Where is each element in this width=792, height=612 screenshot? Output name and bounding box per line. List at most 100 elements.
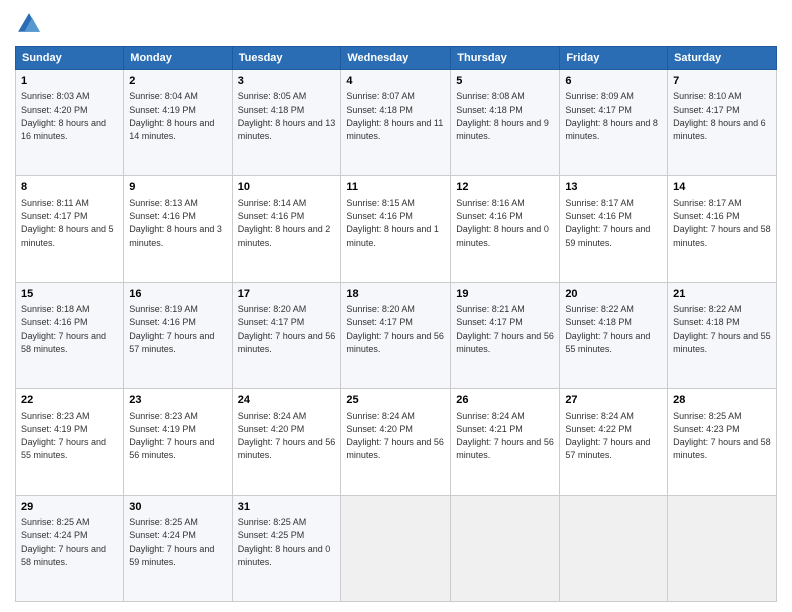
day-cell: 26 Sunrise: 8:24 AMSunset: 4:21 PMDaylig… <box>451 389 560 495</box>
weekday-header-monday: Monday <box>124 47 232 70</box>
weekday-header-friday: Friday <box>560 47 668 70</box>
day-info: Sunrise: 8:14 AMSunset: 4:16 PMDaylight:… <box>238 198 331 248</box>
day-info: Sunrise: 8:24 AMSunset: 4:20 PMDaylight:… <box>346 411 444 461</box>
day-cell: 8 Sunrise: 8:11 AMSunset: 4:17 PMDayligh… <box>16 176 124 282</box>
weekday-header-row: SundayMondayTuesdayWednesdayThursdayFrid… <box>16 47 777 70</box>
day-info: Sunrise: 8:17 AMSunset: 4:16 PMDaylight:… <box>565 198 650 248</box>
day-number: 15 <box>21 287 118 302</box>
day-number: 24 <box>238 393 336 408</box>
day-number: 21 <box>673 287 771 302</box>
day-info: Sunrise: 8:18 AMSunset: 4:16 PMDaylight:… <box>21 304 106 354</box>
week-row-3: 15 Sunrise: 8:18 AMSunset: 4:16 PMDaylig… <box>16 282 777 388</box>
day-number: 20 <box>565 287 662 302</box>
week-row-5: 29 Sunrise: 8:25 AMSunset: 4:24 PMDaylig… <box>16 495 777 601</box>
day-info: Sunrise: 8:19 AMSunset: 4:16 PMDaylight:… <box>129 304 214 354</box>
week-row-4: 22 Sunrise: 8:23 AMSunset: 4:19 PMDaylig… <box>16 389 777 495</box>
day-number: 27 <box>565 393 662 408</box>
day-number: 6 <box>565 74 662 89</box>
day-cell: 10 Sunrise: 8:14 AMSunset: 4:16 PMDaylig… <box>232 176 341 282</box>
weekday-header-wednesday: Wednesday <box>341 47 451 70</box>
day-number: 26 <box>456 393 554 408</box>
day-info: Sunrise: 8:22 AMSunset: 4:18 PMDaylight:… <box>565 304 650 354</box>
day-info: Sunrise: 8:20 AMSunset: 4:17 PMDaylight:… <box>238 304 336 354</box>
day-info: Sunrise: 8:20 AMSunset: 4:17 PMDaylight:… <box>346 304 444 354</box>
day-info: Sunrise: 8:22 AMSunset: 4:18 PMDaylight:… <box>673 304 771 354</box>
week-row-2: 8 Sunrise: 8:11 AMSunset: 4:17 PMDayligh… <box>16 176 777 282</box>
day-cell: 11 Sunrise: 8:15 AMSunset: 4:16 PMDaylig… <box>341 176 451 282</box>
day-cell <box>560 495 668 601</box>
day-cell: 24 Sunrise: 8:24 AMSunset: 4:20 PMDaylig… <box>232 389 341 495</box>
day-number: 9 <box>129 180 226 195</box>
day-cell: 27 Sunrise: 8:24 AMSunset: 4:22 PMDaylig… <box>560 389 668 495</box>
day-number: 3 <box>238 74 336 89</box>
day-cell: 25 Sunrise: 8:24 AMSunset: 4:20 PMDaylig… <box>341 389 451 495</box>
day-info: Sunrise: 8:25 AMSunset: 4:24 PMDaylight:… <box>129 517 214 567</box>
day-cell: 5 Sunrise: 8:08 AMSunset: 4:18 PMDayligh… <box>451 70 560 176</box>
day-info: Sunrise: 8:25 AMSunset: 4:23 PMDaylight:… <box>673 411 771 461</box>
day-number: 8 <box>21 180 118 195</box>
day-number: 28 <box>673 393 771 408</box>
day-info: Sunrise: 8:23 AMSunset: 4:19 PMDaylight:… <box>129 411 214 461</box>
calendar-table: SundayMondayTuesdayWednesdayThursdayFrid… <box>15 46 777 602</box>
day-number: 23 <box>129 393 226 408</box>
day-info: Sunrise: 8:24 AMSunset: 4:20 PMDaylight:… <box>238 411 336 461</box>
day-number: 7 <box>673 74 771 89</box>
day-number: 18 <box>346 287 445 302</box>
day-info: Sunrise: 8:05 AMSunset: 4:18 PMDaylight:… <box>238 91 336 141</box>
day-cell: 17 Sunrise: 8:20 AMSunset: 4:17 PMDaylig… <box>232 282 341 388</box>
day-cell: 6 Sunrise: 8:09 AMSunset: 4:17 PMDayligh… <box>560 70 668 176</box>
day-cell: 28 Sunrise: 8:25 AMSunset: 4:23 PMDaylig… <box>668 389 777 495</box>
day-cell: 3 Sunrise: 8:05 AMSunset: 4:18 PMDayligh… <box>232 70 341 176</box>
day-number: 13 <box>565 180 662 195</box>
day-info: Sunrise: 8:10 AMSunset: 4:17 PMDaylight:… <box>673 91 766 141</box>
logo <box>15 10 47 38</box>
day-info: Sunrise: 8:24 AMSunset: 4:22 PMDaylight:… <box>565 411 650 461</box>
day-number: 4 <box>346 74 445 89</box>
day-info: Sunrise: 8:17 AMSunset: 4:16 PMDaylight:… <box>673 198 771 248</box>
weekday-header-tuesday: Tuesday <box>232 47 341 70</box>
day-cell: 22 Sunrise: 8:23 AMSunset: 4:19 PMDaylig… <box>16 389 124 495</box>
day-cell: 14 Sunrise: 8:17 AMSunset: 4:16 PMDaylig… <box>668 176 777 282</box>
day-number: 30 <box>129 500 226 515</box>
day-number: 12 <box>456 180 554 195</box>
day-cell: 2 Sunrise: 8:04 AMSunset: 4:19 PMDayligh… <box>124 70 232 176</box>
day-info: Sunrise: 8:08 AMSunset: 4:18 PMDaylight:… <box>456 91 549 141</box>
day-number: 10 <box>238 180 336 195</box>
day-cell: 20 Sunrise: 8:22 AMSunset: 4:18 PMDaylig… <box>560 282 668 388</box>
logo-icon <box>15 10 43 38</box>
day-cell: 4 Sunrise: 8:07 AMSunset: 4:18 PMDayligh… <box>341 70 451 176</box>
day-number: 1 <box>21 74 118 89</box>
day-info: Sunrise: 8:15 AMSunset: 4:16 PMDaylight:… <box>346 198 439 248</box>
day-info: Sunrise: 8:23 AMSunset: 4:19 PMDaylight:… <box>21 411 106 461</box>
day-info: Sunrise: 8:25 AMSunset: 4:25 PMDaylight:… <box>238 517 331 567</box>
page: SundayMondayTuesdayWednesdayThursdayFrid… <box>0 0 792 612</box>
day-number: 17 <box>238 287 336 302</box>
day-cell: 23 Sunrise: 8:23 AMSunset: 4:19 PMDaylig… <box>124 389 232 495</box>
day-cell: 16 Sunrise: 8:19 AMSunset: 4:16 PMDaylig… <box>124 282 232 388</box>
day-cell: 19 Sunrise: 8:21 AMSunset: 4:17 PMDaylig… <box>451 282 560 388</box>
day-cell <box>668 495 777 601</box>
day-info: Sunrise: 8:11 AMSunset: 4:17 PMDaylight:… <box>21 198 114 248</box>
day-cell: 12 Sunrise: 8:16 AMSunset: 4:16 PMDaylig… <box>451 176 560 282</box>
day-cell: 31 Sunrise: 8:25 AMSunset: 4:25 PMDaylig… <box>232 495 341 601</box>
day-info: Sunrise: 8:25 AMSunset: 4:24 PMDaylight:… <box>21 517 106 567</box>
day-cell <box>451 495 560 601</box>
day-cell: 9 Sunrise: 8:13 AMSunset: 4:16 PMDayligh… <box>124 176 232 282</box>
week-row-1: 1 Sunrise: 8:03 AMSunset: 4:20 PMDayligh… <box>16 70 777 176</box>
day-info: Sunrise: 8:21 AMSunset: 4:17 PMDaylight:… <box>456 304 554 354</box>
weekday-header-saturday: Saturday <box>668 47 777 70</box>
day-number: 14 <box>673 180 771 195</box>
day-number: 11 <box>346 180 445 195</box>
day-number: 22 <box>21 393 118 408</box>
day-number: 29 <box>21 500 118 515</box>
day-cell: 13 Sunrise: 8:17 AMSunset: 4:16 PMDaylig… <box>560 176 668 282</box>
day-number: 2 <box>129 74 226 89</box>
day-info: Sunrise: 8:16 AMSunset: 4:16 PMDaylight:… <box>456 198 549 248</box>
day-info: Sunrise: 8:09 AMSunset: 4:17 PMDaylight:… <box>565 91 658 141</box>
day-cell <box>341 495 451 601</box>
day-info: Sunrise: 8:07 AMSunset: 4:18 PMDaylight:… <box>346 91 443 141</box>
day-info: Sunrise: 8:24 AMSunset: 4:21 PMDaylight:… <box>456 411 554 461</box>
day-cell: 7 Sunrise: 8:10 AMSunset: 4:17 PMDayligh… <box>668 70 777 176</box>
day-cell: 18 Sunrise: 8:20 AMSunset: 4:17 PMDaylig… <box>341 282 451 388</box>
day-cell: 30 Sunrise: 8:25 AMSunset: 4:24 PMDaylig… <box>124 495 232 601</box>
